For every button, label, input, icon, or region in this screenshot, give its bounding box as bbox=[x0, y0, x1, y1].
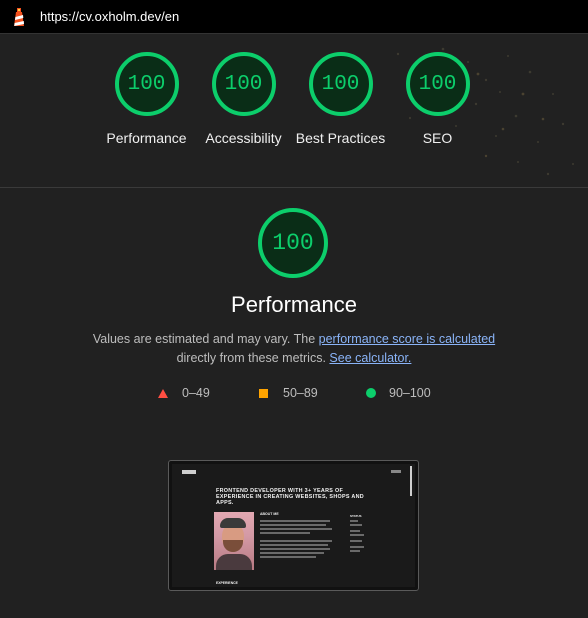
profile-photo bbox=[214, 512, 254, 570]
text-line bbox=[260, 520, 330, 522]
score-ring: 100 bbox=[308, 52, 373, 116]
score-ring: 100 bbox=[405, 52, 470, 116]
legend-pass-label: 90–100 bbox=[389, 386, 431, 400]
circle-icon bbox=[366, 388, 376, 398]
score-value: 100 bbox=[127, 72, 166, 96]
score-value: 100 bbox=[224, 72, 263, 96]
experience-heading: EXPERIENCE bbox=[216, 581, 238, 585]
gauge-label: Accessibility bbox=[205, 130, 282, 146]
performance-description: Values are estimated and may vary. The p… bbox=[80, 330, 508, 368]
text-line bbox=[350, 534, 364, 536]
text-line bbox=[350, 546, 364, 548]
text-line bbox=[260, 540, 332, 542]
gauge-label: Performance bbox=[106, 130, 187, 146]
text-line bbox=[350, 550, 360, 552]
photo-cap bbox=[220, 518, 246, 528]
gauge-label: Best Practices bbox=[295, 130, 386, 146]
category-summary: 100 Performance 100 Accessibility 100 Be… bbox=[0, 34, 588, 188]
performance-score-value: 100 bbox=[272, 230, 314, 256]
triangle-icon bbox=[158, 388, 168, 398]
score-value: 100 bbox=[418, 72, 457, 96]
legend-average: 50–89 bbox=[259, 386, 318, 400]
text-line bbox=[350, 520, 358, 522]
top-bar: https://cv.oxholm.dev/en bbox=[0, 0, 588, 34]
legend-average-label: 50–89 bbox=[283, 386, 318, 400]
legend-fail-label: 0–49 bbox=[182, 386, 210, 400]
site-nav bbox=[391, 470, 401, 473]
category-gauges: 100 Performance 100 Accessibility 100 Be… bbox=[98, 52, 486, 148]
text-line bbox=[350, 524, 362, 526]
performance-title: Performance bbox=[231, 292, 357, 317]
photo-body bbox=[216, 554, 252, 570]
lighthouse-icon bbox=[14, 7, 24, 26]
score-scale-legend: 0–49 50–89 90–100 bbox=[0, 386, 588, 402]
score-ring: 100 bbox=[114, 52, 179, 116]
legend-fail: 0–49 bbox=[158, 386, 210, 400]
photo-beard bbox=[223, 540, 243, 552]
gauge-seo[interactable]: 100 SEO bbox=[389, 52, 486, 148]
legend-pass: 90–100 bbox=[366, 386, 431, 400]
gauge-best-practices[interactable]: 100 Best Practices bbox=[292, 52, 389, 148]
performance-score-ring: 100 bbox=[258, 208, 328, 278]
text-line bbox=[260, 556, 316, 558]
gauge-label: SEO bbox=[422, 130, 453, 146]
text-line bbox=[260, 532, 310, 534]
desc-text: Values are estimated and may vary. The bbox=[92, 332, 319, 346]
text-line bbox=[260, 544, 328, 546]
desc-text: directly from these metrics. bbox=[176, 351, 330, 365]
screenshot-page: FRONTEND DEVELOPER WITH 3+ YEARS OF EXPE… bbox=[172, 464, 415, 587]
page-url[interactable]: https://cv.oxholm.dev/en bbox=[40, 9, 179, 24]
site-headline: FRONTEND DEVELOPER WITH 3+ YEARS OF EXPE… bbox=[216, 488, 364, 506]
gauge-accessibility[interactable]: 100 Accessibility bbox=[195, 52, 292, 148]
score-ring: 100 bbox=[211, 52, 276, 116]
status-heading: STATUS bbox=[350, 514, 362, 518]
gauge-performance[interactable]: 100 Performance bbox=[98, 52, 195, 148]
square-icon bbox=[259, 388, 268, 398]
text-line bbox=[260, 528, 332, 530]
score-calculated-link[interactable]: performance score is calculated bbox=[319, 332, 495, 346]
final-screenshot[interactable]: FRONTEND DEVELOPER WITH 3+ YEARS OF EXPE… bbox=[168, 460, 419, 591]
text-line bbox=[260, 524, 326, 526]
text-line bbox=[350, 530, 360, 532]
screenshot-scrollbar bbox=[410, 466, 412, 496]
see-calculator-link[interactable]: See calculator. bbox=[329, 351, 411, 365]
text-line bbox=[350, 540, 362, 542]
score-value: 100 bbox=[321, 72, 360, 96]
about-heading: ABOUT ME bbox=[260, 512, 279, 516]
text-line bbox=[260, 548, 330, 550]
site-logo bbox=[182, 470, 196, 474]
text-line bbox=[260, 552, 324, 554]
